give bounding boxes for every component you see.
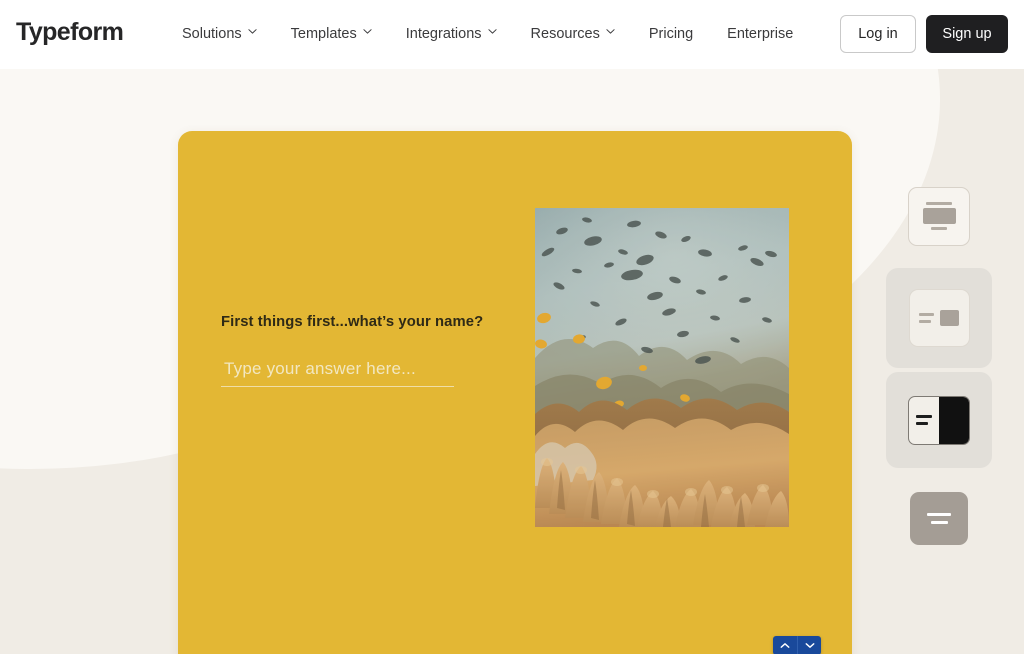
coral-reef-photo <box>535 208 789 527</box>
chevron-up-icon <box>780 642 790 649</box>
preview-stage: First things first...what’s your name? T… <box>0 69 1024 654</box>
chevron-down-icon <box>363 28 372 37</box>
thumb-text-bar <box>919 313 934 316</box>
nav-item-resources[interactable]: Resources <box>514 23 632 45</box>
layout-thumbnail-stacked <box>908 186 970 246</box>
question-block: First things first...what’s your name? <box>221 312 521 387</box>
thumb-text-lines <box>909 397 939 444</box>
thumb-text-bar <box>916 422 928 425</box>
nav-item-label: Templates <box>290 26 357 42</box>
thumb-image-block <box>939 396 969 444</box>
thumb-text-lines <box>919 313 934 323</box>
answer-input[interactable] <box>221 359 454 386</box>
typeform-logo[interactable]: Typeform <box>16 18 124 47</box>
layout-thumbnail-split-screen <box>908 395 970 445</box>
thumb-text-bar <box>927 512 951 516</box>
layout-option-split-screen[interactable]: Split screen <box>886 372 992 468</box>
chevron-down-icon <box>805 642 815 649</box>
nav-item-enterprise[interactable]: Enterprise <box>710 23 810 45</box>
layout-thumbnail-full-background <box>910 491 968 545</box>
nav-item-templates[interactable]: Templates <box>274 23 389 45</box>
answer-field <box>221 359 454 387</box>
nav-item-solutions[interactable]: Solutions <box>182 23 274 45</box>
nav-previous-button[interactable] <box>773 636 797 654</box>
nav-item-label: Enterprise <box>727 26 794 42</box>
nav-item-pricing[interactable]: Pricing <box>632 23 710 45</box>
thumb-image-block <box>922 208 956 224</box>
thumb-image-block <box>940 310 959 326</box>
chevron-down-icon <box>487 28 497 37</box>
layout-option-full-background[interactable]: Full background <box>886 490 992 546</box>
nav-next-button[interactable] <box>797 636 821 654</box>
nav-item-integrations[interactable]: Integrations <box>389 23 514 45</box>
top-navigation-bar: Typeform Solutions Templates Integration… <box>0 0 1024 69</box>
chevron-down-icon <box>606 28 615 37</box>
thumb-text-bar <box>919 320 931 323</box>
chevron-down-icon <box>248 28 257 37</box>
thumb-text-bar <box>916 415 932 418</box>
answer-underline <box>221 386 454 387</box>
question-text: First things first...what’s your name? <box>221 314 484 330</box>
form-preview-card: First things first...what’s your name? <box>178 131 852 654</box>
sign-up-button[interactable]: Sign up <box>926 15 1008 53</box>
primary-nav-links: Solutions Templates Integrations Resourc… <box>182 23 810 45</box>
nav-item-label: Solutions <box>182 26 242 42</box>
thumb-text-bar <box>930 520 948 524</box>
thumb-text-bar <box>931 227 947 230</box>
nav-item-label: Integrations <box>405 26 482 42</box>
thumb-text-bar <box>926 202 952 205</box>
card-navigation-buttons <box>773 636 821 654</box>
nav-actions: Log in Sign up <box>840 15 1008 53</box>
log-in-button[interactable]: Log in <box>840 15 916 53</box>
typeform-page: Typeform Solutions Templates Integration… <box>0 0 1024 654</box>
layout-options-rail: Stacked Text left, image right <box>886 185 992 546</box>
layout-option-stacked-image-center[interactable]: Stacked <box>886 185 992 247</box>
layout-option-text-left-image-right[interactable]: Text left, image right <box>886 268 992 368</box>
layout-thumbnail-text-left-image-right <box>908 289 970 347</box>
nav-item-label: Resources <box>530 26 600 42</box>
nav-item-label: Pricing <box>648 26 694 42</box>
